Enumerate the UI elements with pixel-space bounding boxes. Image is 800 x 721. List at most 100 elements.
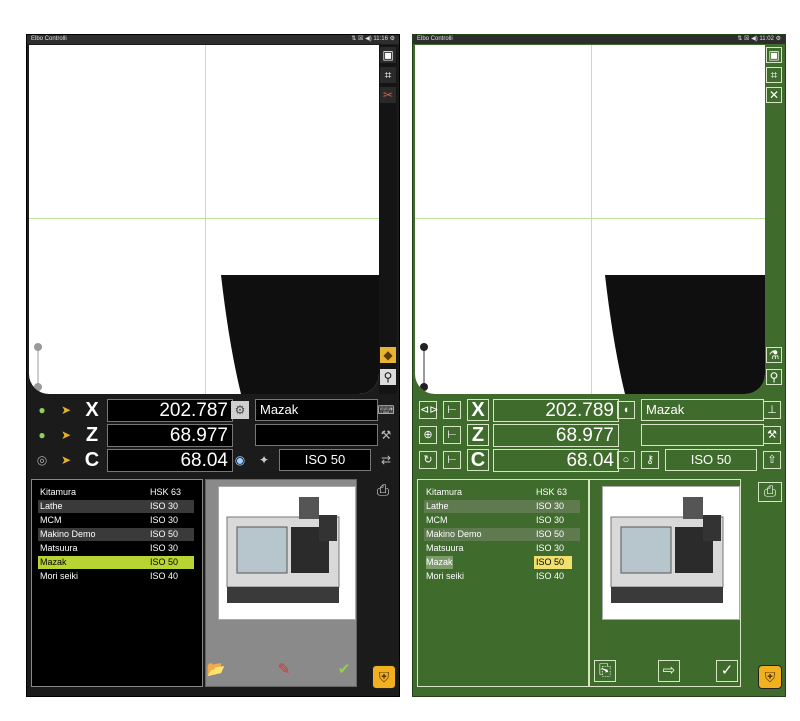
camera-mode-icon[interactable]: ▣ <box>380 47 396 63</box>
c-value-display: 68.04 <box>107 449 233 472</box>
arrow-right-icon[interactable]: ⇨ <box>658 660 680 682</box>
tool-shape-icon[interactable]: ◆ <box>380 347 396 363</box>
printer-icon[interactable]: ⎙ <box>372 482 394 500</box>
lens-icon[interactable]: ◉ <box>231 451 249 469</box>
list-item[interactable]: Mori seiki ISO 40 <box>38 570 194 583</box>
tools-icon[interactable]: ⚒ <box>377 426 395 444</box>
tools-icon[interactable]: ⚒ <box>763 426 781 444</box>
shield-badge-icon[interactable]: ⛨ <box>758 665 782 689</box>
list-item[interactable]: Lathe ISO 30 <box>38 500 194 513</box>
holder-icon[interactable]: ✦ <box>255 451 273 469</box>
list-item[interactable]: Matsuura ISO 30 <box>424 542 580 555</box>
machine-name-field[interactable]: Mazak <box>641 399 764 421</box>
machine-name: Matsuura <box>40 543 78 553</box>
list-item-selected[interactable]: Mazak ISO 50 <box>424 556 580 569</box>
machine-name: MCM <box>40 515 62 525</box>
fixture-icon[interactable]: ⊢ <box>443 451 461 469</box>
axis-row-c: ↻ ⊢ C 68.04 ○ ⚷ ISO 50 ⇧ <box>415 449 783 472</box>
scissors-icon[interactable]: ✂ <box>380 87 396 103</box>
list-item[interactable]: Mori seiki ISO 40 <box>424 570 580 583</box>
folder-icon[interactable]: 📂 <box>206 660 226 680</box>
edit-icon[interactable]: ✎ <box>274 660 294 680</box>
zoom-in-handle[interactable] <box>420 343 428 351</box>
list-item[interactable]: Kitamura HSK 63 <box>38 486 194 499</box>
shield-badge-icon[interactable]: ⛨ <box>372 665 396 689</box>
holder-icon[interactable]: ⚷ <box>641 451 659 469</box>
camera-viewport[interactable] <box>415 45 765 394</box>
machine-spindle: ISO 30 <box>536 515 565 525</box>
machine-name: Mori seiki <box>426 571 465 581</box>
zoom-out-handle[interactable] <box>420 383 428 391</box>
axis-config-icon[interactable]: ⊥ <box>763 401 781 419</box>
machine-name: Mazak <box>426 556 453 569</box>
printer-icon[interactable]: ⎙ <box>758 482 782 502</box>
fixture-icon[interactable]: ⊢ <box>443 426 461 444</box>
status-indicators: ⇅ ☒ ◀) 11:02 ⚙ <box>737 36 781 42</box>
clipboard-icon[interactable]: ⎘ <box>594 660 616 682</box>
lens-icon[interactable]: ○ <box>617 451 635 469</box>
camera-viewport[interactable] <box>29 45 379 394</box>
axis-row-z: ● ➤ Z 68.977 ⚒ <box>29 424 397 447</box>
machine-list[interactable]: Kitamura HSK 63 Lathe ISO 30 MCM ISO 30 Mak… <box>417 479 589 687</box>
wrench-icon[interactable]: ➤ <box>57 451 75 469</box>
axis-label-c: C <box>84 449 100 471</box>
list-item[interactable]: Lathe ISO 30 <box>424 500 580 513</box>
checkmark-icon[interactable]: ✓ <box>716 660 738 682</box>
machine-spindle: ISO 50 <box>536 529 565 539</box>
machine-thumbnail-icon[interactable]: ⚙ <box>231 401 249 419</box>
list-item[interactable]: Kitamura HSK 63 <box>424 486 580 499</box>
axis-label-x: X <box>85 399 99 421</box>
probe-icon[interactable]: ⚲ <box>766 369 782 385</box>
zoom-in-handle[interactable] <box>34 343 42 351</box>
status-indicators: ⇅ ☒ ◀) 11:16 ⚙ <box>351 36 395 42</box>
spindle-text: ISO 50 <box>690 452 732 467</box>
wrench-icon[interactable]: ➤ <box>57 401 75 419</box>
axis-row-x: ● ➤ X 202.787 ⚙ Mazak ⌨ <box>29 399 397 422</box>
machine-name: Makino Demo <box>426 529 482 539</box>
list-item[interactable]: Makino Demo ISO 50 <box>424 528 580 541</box>
list-item[interactable]: Matsuura ISO 30 <box>38 542 194 555</box>
secondary-field[interactable] <box>641 424 764 446</box>
x-value-display: 202.789 <box>493 399 619 422</box>
secondary-field[interactable] <box>255 424 378 446</box>
adapter-icon[interactable]: ⇧ <box>763 451 781 469</box>
flip-icon[interactable]: ⊕ <box>419 426 437 444</box>
side-toolbar: ▣ ⌗ ✂ ◆ ⚲ <box>379 45 397 394</box>
crop-icon[interactable]: ⌗ <box>766 67 782 83</box>
camera-mode-icon[interactable]: ▣ <box>766 47 782 63</box>
angle-icon[interactable]: ◖ <box>617 401 635 419</box>
spindle-field[interactable]: ISO 50 <box>279 449 371 471</box>
rotation-icon[interactable]: ↻ <box>419 451 437 469</box>
crop-icon[interactable]: ⌗ <box>380 67 396 83</box>
probe-icon[interactable]: ⚲ <box>380 369 396 385</box>
tool-shape-icon[interactable]: ⚗ <box>766 347 782 363</box>
machine-spindle: ISO 50 <box>150 529 179 539</box>
scissors-icon[interactable]: ✕ <box>766 87 782 103</box>
mirror-icon[interactable]: ⊲⊳ <box>419 401 438 419</box>
z-value-display: 68.977 <box>493 424 619 447</box>
list-item[interactable]: MCM ISO 30 <box>424 514 580 527</box>
machine-spindle: ISO 50 <box>534 556 573 569</box>
machine-spindle: ISO 40 <box>150 571 179 581</box>
fixture-icon[interactable]: ⊢ <box>443 401 461 419</box>
machine-list[interactable]: Kitamura HSK 63 Lathe ISO 30 MCM ISO 30 Mak… <box>31 479 203 687</box>
list-item[interactable]: Makino Demo ISO 50 <box>38 528 194 541</box>
window-titlebar: Elbo Controlli ⇅ ☒ ◀) 11:02 ⚙ <box>413 35 785 44</box>
list-item[interactable]: MCM ISO 30 <box>38 514 194 527</box>
machine-name-field[interactable]: Mazak <box>255 399 378 421</box>
status-clock: 11:02 <box>759 36 774 42</box>
axis-label-z: Z <box>467 424 489 446</box>
zoom-out-handle[interactable] <box>34 383 42 391</box>
z-value-display: 68.977 <box>107 424 233 447</box>
wrench-icon[interactable]: ➤ <box>57 426 75 444</box>
adapter-icon[interactable]: ⇄ <box>377 451 395 469</box>
axis-row-c: ◎ ➤ C 68.04 ◉ ✦ ISO 50 ⇄ <box>29 449 397 472</box>
machine-spindle: ISO 50 <box>150 557 179 567</box>
zoom-slider[interactable] <box>37 347 39 387</box>
zoom-slider[interactable] <box>423 347 425 387</box>
spindle-field[interactable]: ISO 50 <box>665 449 757 471</box>
list-item-selected[interactable]: Mazak ISO 50 <box>38 556 194 569</box>
x-value-display: 202.787 <box>107 399 233 422</box>
keyboard-icon[interactable]: ⌨ <box>377 401 395 419</box>
checkmark-icon[interactable]: ✔ <box>334 660 354 680</box>
